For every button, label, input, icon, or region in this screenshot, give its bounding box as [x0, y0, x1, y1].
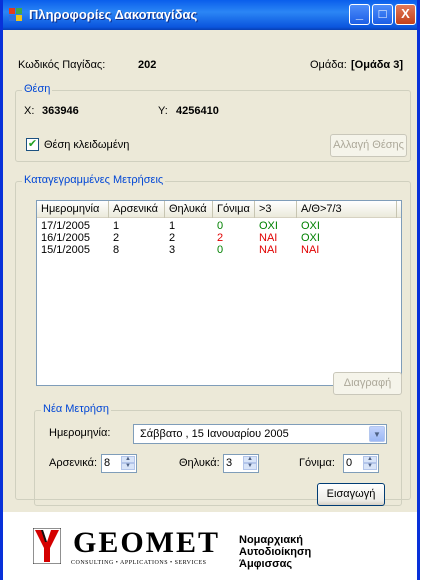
table-row[interactable]: 15/1/2005 8 3 0 ΝΑΙ ΝΑΙ [37, 244, 397, 256]
position-legend: Θέση [22, 83, 53, 95]
measurements-legend: Καταγεγραμμένες Μετρήσεις [22, 174, 166, 186]
trap-code-label: Κωδικός Παγίδας: [18, 59, 106, 71]
close-button[interactable]: X [395, 4, 416, 25]
minimize-button[interactable]: _ [349, 4, 370, 25]
table-row[interactable]: 17/1/2005 1 1 0 ΟΧΙ ΟΧΙ [37, 220, 397, 232]
title-bar[interactable]: Πληροφορίες Δακοπαγίδας _ □ X [3, 0, 417, 30]
x-value: 363946 [42, 105, 79, 117]
column-ratio[interactable]: Α/Θ>7/3 [297, 201, 397, 218]
group-label: Ομάδα: [310, 59, 347, 71]
cell-female: 1 [169, 220, 176, 232]
table-row[interactable]: 16/1/2005 2 2 2 ΝΑΙ ΟΧΙ [37, 232, 397, 244]
date-value: Σάββατο , 15 Ιανουαρίου 2005 [140, 428, 289, 440]
geomet-logo-subtitle: CONSULTING • APPLICATIONS • SERVICES [71, 560, 207, 566]
cell-male: 1 [113, 220, 120, 232]
trap-info-window: Πληροφορίες Δακοπαγίδας _ □ X Κωδικός Πα… [0, 0, 420, 580]
date-picker[interactable]: Σάββατο , 15 Ιανουαρίου 2005 ▼ [133, 424, 387, 444]
new-measurement-group: Νέα Μετρήση Ημερομηνία: Σάββατο , 15 Ιαν… [34, 403, 402, 506]
measurements-list[interactable]: Ημερομηνία Αρσενικά Θηλυκά Γόνιμα >3 Α/Θ… [36, 200, 402, 386]
org-line: Άμφισσας [239, 558, 293, 570]
cell-ratio: ΟΧΙ [301, 220, 320, 232]
x-label: X: [24, 105, 35, 117]
chevron-down-icon[interactable]: ▼ [369, 426, 385, 442]
cell-ratio: ΝΑΙ [301, 244, 320, 256]
geomet-logo-icon [33, 528, 61, 564]
cell-gt3: ΝΑΙ [259, 232, 278, 244]
y-value: 4256410 [176, 105, 219, 117]
footer-logo-area: GEOMET CONSULTING • APPLICATIONS • SERVI… [3, 512, 417, 580]
insert-button[interactable]: Εισαγωγή [317, 483, 385, 506]
column-date[interactable]: Ημερομηνία [37, 201, 109, 218]
spin-down-icon[interactable]: ▼ [363, 463, 377, 470]
cell-ratio: ΟΧΙ [301, 232, 320, 244]
cell-fertile: 0 [217, 244, 224, 256]
spin-up-icon[interactable]: ▲ [121, 456, 135, 463]
spin-up-icon[interactable]: ▲ [243, 456, 257, 463]
y-label: Y: [158, 105, 168, 117]
cell-female: 2 [169, 232, 176, 244]
cell-fertile: 2 [217, 232, 224, 244]
org-line: Αυτοδιοίκηση [239, 546, 312, 558]
fertile-value: 0 [346, 457, 353, 469]
column-female[interactable]: Θηλυκά [165, 201, 213, 218]
male-value: 8 [104, 457, 111, 469]
group-value: [Ομάδα 3] [351, 59, 403, 71]
spin-down-icon[interactable]: ▼ [243, 463, 257, 470]
geomet-logo-text: GEOMET [73, 526, 221, 559]
spin-down-icon[interactable]: ▼ [121, 463, 135, 470]
cell-gt3: ΟΧΙ [259, 220, 278, 232]
female-label: Θηλυκά: [179, 457, 220, 469]
organization-name: Νομαρχιακή Αυτοδιοίκηση Άμφισσας [239, 534, 311, 570]
new-measurement-legend: Νέα Μετρήση [41, 403, 111, 415]
fertile-stepper[interactable]: 0 ▲ ▼ [343, 454, 379, 473]
maximize-button[interactable]: □ [372, 4, 393, 25]
column-gt3[interactable]: >3 [255, 201, 297, 218]
list-header: Ημερομηνία Αρσενικά Θηλυκά Γόνιμα >3 Α/Θ… [37, 201, 401, 218]
cell-male: 8 [113, 244, 120, 256]
male-stepper[interactable]: 8 ▲ ▼ [101, 454, 137, 473]
cell-gt3: ΝΑΙ [259, 244, 278, 256]
cell-date: 16/1/2005 [41, 232, 90, 244]
fertile-label: Γόνιμα: [299, 457, 335, 469]
column-fertile[interactable]: Γόνιμα [213, 201, 255, 218]
window-title: Πληροφορίες Δακοπαγίδας [29, 7, 198, 22]
date-label: Ημερομηνία: [49, 427, 111, 439]
column-male[interactable]: Αρσενικά [109, 201, 165, 218]
cell-male: 2 [113, 232, 120, 244]
trap-code-value: 202 [138, 59, 157, 71]
position-locked-label: Θέση κλειδωμένη [44, 139, 130, 151]
org-line: Νομαρχιακή [239, 534, 303, 546]
cell-fertile: 0 [217, 220, 224, 232]
position-group: Θέση X: 363946 Y: 4256410 ✔ Θέση κλειδωμ… [15, 83, 411, 162]
app-icon [9, 8, 23, 22]
female-stepper[interactable]: 3 ▲ ▼ [223, 454, 259, 473]
change-position-button[interactable]: Αλλαγή Θέσης [330, 134, 407, 157]
male-label: Αρσενικά: [49, 457, 98, 469]
female-value: 3 [226, 457, 233, 469]
cell-female: 3 [169, 244, 176, 256]
delete-button[interactable]: Διαγραφή [333, 372, 402, 395]
cell-date: 17/1/2005 [41, 220, 90, 232]
spin-up-icon[interactable]: ▲ [363, 456, 377, 463]
position-locked-checkbox[interactable]: ✔ [26, 138, 39, 151]
cell-date: 15/1/2005 [41, 244, 90, 256]
measurements-group: Καταγεγραμμένες Μετρήσεις Ημερομηνία Αρσ… [15, 174, 411, 506]
